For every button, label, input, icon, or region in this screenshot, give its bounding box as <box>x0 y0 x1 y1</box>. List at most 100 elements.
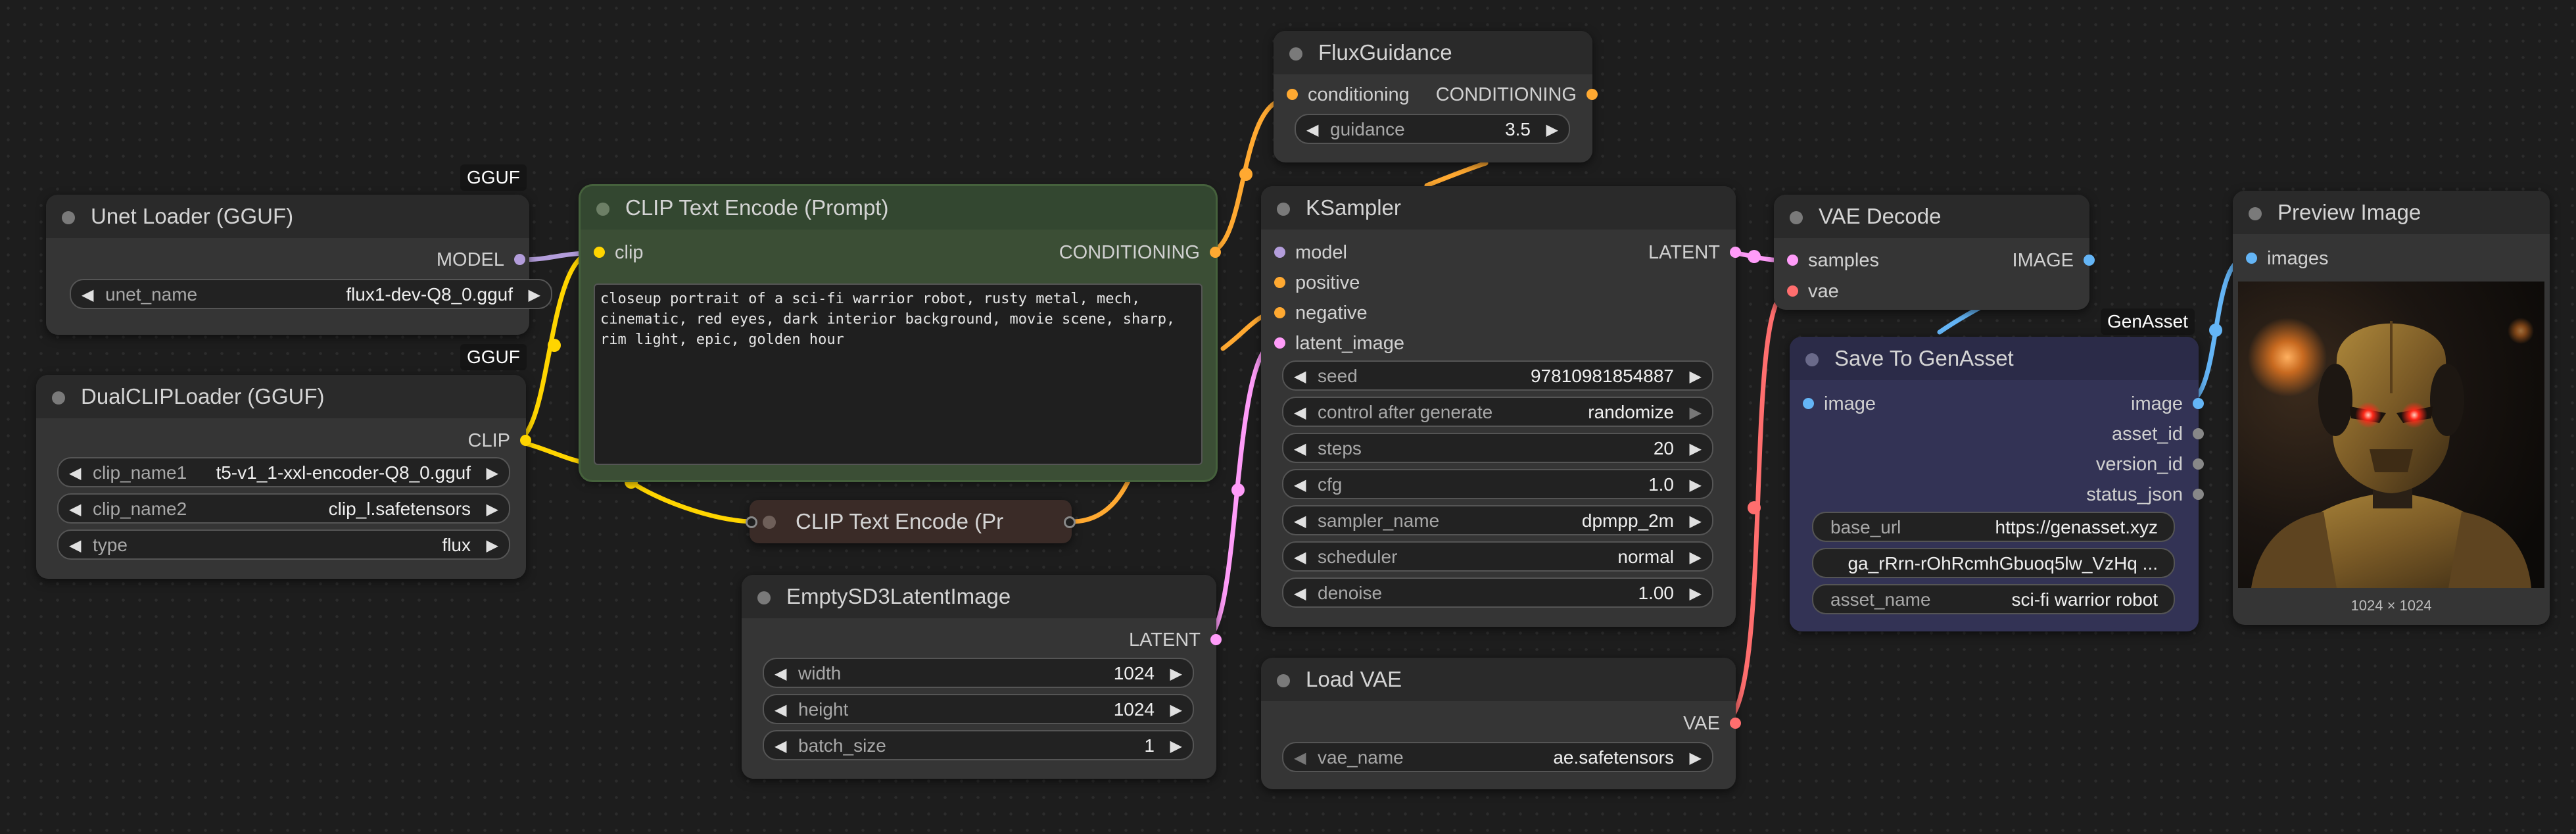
output-slot-model[interactable]: MODEL <box>437 249 529 271</box>
unet-name-combo[interactable]: ◀ unet_name flux1-dev-Q8_0.gguf ▶ <box>70 279 552 309</box>
slot-dot-icon[interactable] <box>2084 255 2095 266</box>
asset-name-field[interactable]: asset_name sci-fi warrior robot <box>1812 584 2175 614</box>
slot-dot-icon[interactable] <box>594 247 605 258</box>
node-title-bar[interactable]: Unet Loader (GGUF) <box>46 195 529 238</box>
arrow-right-icon[interactable]: ▶ <box>1170 700 1182 720</box>
slot-dot-icon[interactable] <box>2193 489 2204 500</box>
arrow-left-icon[interactable]: ◀ <box>1294 439 1306 458</box>
node-title-bar[interactable]: Save To GenAsset <box>1790 337 2199 380</box>
output-slot-status-json[interactable]: status_json <box>2086 483 2208 506</box>
collapse-dot-icon[interactable] <box>1790 211 1803 224</box>
arrow-right-icon[interactable]: ▶ <box>1690 584 1702 603</box>
slot-dot-icon[interactable] <box>2193 428 2204 439</box>
input-slot-vae[interactable]: vae <box>1783 280 1839 303</box>
arrow-left-icon[interactable]: ◀ <box>82 285 93 305</box>
input-slot-model[interactable]: model <box>1270 241 1347 264</box>
output-slot-image[interactable]: image <box>2131 393 2208 415</box>
input-slot-positive[interactable]: positive <box>1270 272 1360 294</box>
save-to-genasset-node[interactable]: Save To GenAsset image image asset_id ve… <box>1790 337 2204 631</box>
base-url-field[interactable]: base_url https://genasset.xyz <box>1812 512 2175 542</box>
slot-dot-icon[interactable] <box>1730 247 1741 258</box>
collapse-dot-icon[interactable] <box>596 203 609 216</box>
output-slot-vae[interactable]: VAE <box>1683 712 1745 735</box>
output-slot-image[interactable]: IMAGE <box>2013 249 2099 272</box>
steps-number[interactable]: ◀ steps 20 ▶ <box>1282 433 1713 463</box>
arrow-right-icon[interactable]: ▶ <box>487 464 498 483</box>
arrow-left-icon[interactable]: ◀ <box>69 500 81 519</box>
api-token-field[interactable]: ga_rRrn-rOhRcmhGbuoq5lw_VzHq ... <box>1812 548 2175 578</box>
generated-image-preview[interactable] <box>2238 282 2544 588</box>
output-slot-latent[interactable]: LATENT <box>1129 629 1226 651</box>
input-slot-negative[interactable]: negative <box>1270 302 1368 324</box>
slot-dot-icon[interactable] <box>1803 398 1814 409</box>
arrow-left-icon[interactable]: ◀ <box>775 737 786 756</box>
seed-number[interactable]: ◀ seed 97810981854887 ▶ <box>1282 360 1713 391</box>
clip-text-encode-node[interactable]: CLIP Text Encode (Prompt) clip CONDITION… <box>581 186 1221 480</box>
arrow-left-icon[interactable]: ◀ <box>1294 512 1306 531</box>
arrow-left-icon[interactable]: ◀ <box>1294 367 1306 386</box>
scheduler-combo[interactable]: ◀ scheduler normal ▶ <box>1282 541 1713 572</box>
arrow-left-icon[interactable]: ◀ <box>69 464 81 483</box>
node-title-bar[interactable]: FluxGuidance <box>1274 31 1592 74</box>
clip-name1-combo[interactable]: ◀ clip_name1 t5-v1_1-xxl-encoder-Q8_0.gg… <box>57 457 510 487</box>
height-number[interactable]: ◀ height 1024 ▶ <box>763 694 1194 724</box>
clip-text-encode-collapsed-node[interactable]: CLIP Text Encode (Pr <box>746 500 1076 543</box>
slot-dot-icon[interactable] <box>1287 89 1298 100</box>
arrow-left-icon[interactable]: ◀ <box>1294 476 1306 495</box>
slot-dot-icon[interactable] <box>514 254 525 265</box>
node-graph-canvas[interactable]: GGUF GGUF GenAsset Unet Loader (GGUF) MO… <box>0 0 2576 834</box>
arrow-left-icon[interactable]: ◀ <box>1294 748 1306 768</box>
arrow-right-icon[interactable]: ▶ <box>1690 367 1702 386</box>
collapse-dot-icon[interactable] <box>757 591 771 604</box>
output-slot-asset-id[interactable]: asset_id <box>2112 423 2208 445</box>
slot-dot-icon[interactable] <box>1586 89 1598 100</box>
flux-guidance-node[interactable]: FluxGuidance conditioning CONDITIONING ◀… <box>1274 31 1598 162</box>
arrow-right-icon[interactable]: ▶ <box>1690 403 1702 422</box>
collapse-dot-icon[interactable] <box>62 211 75 224</box>
arrow-right-icon[interactable]: ▶ <box>1690 512 1702 531</box>
arrow-right-icon[interactable]: ▶ <box>1170 737 1182 756</box>
collapse-dot-icon[interactable] <box>52 391 65 405</box>
arrow-left-icon[interactable]: ◀ <box>1294 584 1306 603</box>
output-slot-latent[interactable]: LATENT <box>1648 241 1745 264</box>
input-slot-latent-image[interactable]: latent_image <box>1270 332 1404 355</box>
control-after-generate-combo[interactable]: ◀ control after generate randomize ▶ <box>1282 397 1713 427</box>
node-title-bar[interactable]: Load VAE <box>1261 658 1736 701</box>
guidance-number[interactable]: ◀ guidance 3.5 ▶ <box>1295 114 1570 144</box>
slot-dot-icon[interactable] <box>1210 634 1222 645</box>
node-title-bar[interactable]: EmptySD3LatentImage <box>742 575 1216 618</box>
arrow-right-icon[interactable]: ▶ <box>1546 120 1558 139</box>
load-vae-node[interactable]: Load VAE VAE ◀ vae_name ae.safetensors ▶ <box>1261 658 1741 789</box>
node-title-bar[interactable]: CLIP Text Encode (Prompt) <box>581 186 1216 230</box>
node-title-bar[interactable]: Preview Image <box>2233 191 2550 234</box>
clip-name2-combo[interactable]: ◀ clip_name2 clip_l.safetensors ▶ <box>57 493 510 524</box>
width-number[interactable]: ◀ width 1024 ▶ <box>763 658 1194 688</box>
arrow-left-icon[interactable]: ◀ <box>775 664 786 683</box>
arrow-right-icon[interactable]: ▶ <box>487 500 498 519</box>
node-title-bar[interactable]: VAE Decode <box>1774 195 2089 238</box>
input-slot-images[interactable]: images <box>2242 247 2329 270</box>
slot-dot-icon[interactable] <box>1274 277 1285 288</box>
type-combo[interactable]: ◀ type flux ▶ <box>57 529 510 560</box>
batch-size-number[interactable]: ◀ batch_size 1 ▶ <box>763 730 1194 760</box>
output-slot-conditioning[interactable]: CONDITIONING <box>1436 84 1602 106</box>
collapse-dot-icon[interactable] <box>1277 203 1290 216</box>
slot-dot-icon[interactable] <box>2246 253 2257 264</box>
vae-decode-node[interactable]: VAE Decode samples vae IMAGE <box>1774 195 2095 310</box>
input-slot-clip[interactable]: clip <box>590 241 644 264</box>
prompt-textarea[interactable]: closeup portrait of a sci-fi warrior rob… <box>594 283 1203 465</box>
input-slot-image[interactable]: image <box>1799 393 1876 415</box>
input-slot-conditioning[interactable]: conditioning <box>1283 84 1410 106</box>
ksampler-node[interactable]: KSampler model positive negative latent_… <box>1261 186 1741 627</box>
output-slot-version-id[interactable]: version_id <box>2096 453 2208 476</box>
arrow-left-icon[interactable]: ◀ <box>1294 548 1306 567</box>
collapse-dot-icon[interactable] <box>2249 207 2262 220</box>
collapse-dot-icon[interactable] <box>1805 353 1819 366</box>
slot-dot-icon[interactable] <box>2193 458 2204 470</box>
node-title-bar[interactable]: DualCLIPLoader (GGUF) <box>36 375 526 418</box>
collapse-dot-icon[interactable] <box>1277 674 1290 687</box>
output-slot-conditioning[interactable]: CONDITIONING <box>1059 241 1225 264</box>
empty-sd3-latent-image-node[interactable]: EmptySD3LatentImage LATENT ◀ width 1024 … <box>742 575 1222 779</box>
slot-dot-icon[interactable] <box>2193 398 2204 409</box>
arrow-left-icon[interactable]: ◀ <box>69 536 81 555</box>
